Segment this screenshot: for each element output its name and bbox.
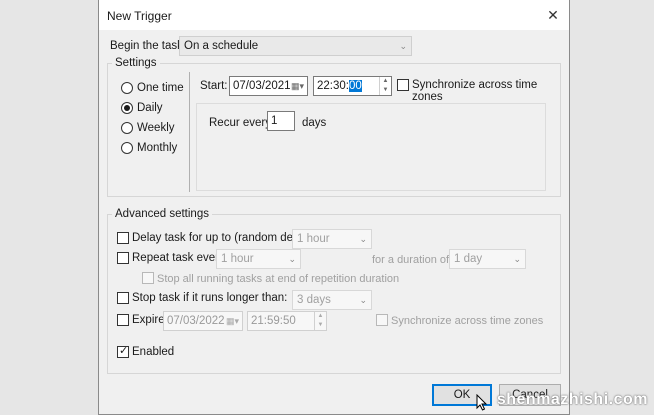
begin-task-value: On a schedule	[184, 40, 259, 52]
enabled-label: Enabled	[132, 346, 175, 358]
stop-longer-value: 3 days	[297, 294, 331, 306]
repeat-task-value: 1 hour	[221, 253, 254, 265]
stop-longer-label: Stop task if it runs longer than:	[132, 292, 288, 304]
time-spinner-icon[interactable]: ▲ ▼	[379, 77, 391, 95]
recur-every-label: Recur every:	[209, 117, 275, 129]
expire-time-field[interactable]: 21:59:50 ▲ ▼	[247, 311, 327, 331]
expire-sync-label: Synchronize across time zones	[391, 315, 544, 327]
stop-all-checkbox[interactable]	[142, 272, 154, 284]
expire-time-value: 21:59:50	[251, 315, 296, 327]
new-trigger-dialog: New Trigger ✕ Begin the task: On a sched…	[98, 0, 570, 415]
chevron-down-icon: ⌄	[399, 41, 407, 51]
radio-monthly[interactable]	[121, 142, 133, 154]
begin-task-dropdown[interactable]: On a schedule ⌄	[179, 36, 412, 56]
chevron-down-icon: ⌄	[288, 254, 296, 264]
radio-daily-label: Daily	[137, 102, 163, 114]
background-left	[0, 0, 98, 415]
duration-label: for a duration of:	[372, 254, 453, 266]
repeat-task-dropdown[interactable]: 1 hour ⌄	[216, 249, 301, 269]
chevron-down-icon: ⌄	[513, 254, 521, 264]
chevron-down-icon: ⌄	[359, 295, 367, 305]
duration-dropdown[interactable]: 1 day ⌄	[449, 249, 526, 269]
mouse-cursor-icon	[476, 394, 488, 411]
advanced-settings-label: Advanced settings	[112, 208, 212, 220]
recur-every-value: 1	[271, 115, 278, 127]
repeat-task-checkbox[interactable]	[117, 252, 129, 264]
repeat-task-label: Repeat task every:	[132, 252, 228, 264]
radio-weekly-label: Weekly	[137, 122, 175, 134]
radio-daily[interactable]	[121, 102, 133, 114]
start-date-picker[interactable]: 07/03/2021 ▦▾	[229, 76, 308, 96]
background-right	[570, 0, 654, 415]
radio-weekly[interactable]	[121, 122, 133, 134]
close-icon[interactable]: ✕	[543, 5, 563, 25]
stop-all-label: Stop all running tasks at end of repetit…	[157, 273, 400, 285]
start-label: Start:	[200, 80, 228, 92]
sync-timezones-label: Synchronize across time zones	[412, 79, 538, 103]
sync-timezones-checkbox[interactable]	[397, 79, 409, 91]
title-bar: New Trigger ✕	[99, 0, 569, 30]
recur-every-input[interactable]: 1	[267, 111, 295, 131]
watermark: shenmazhishi.com	[496, 391, 648, 408]
delay-task-label: Delay task for up to (random delay):	[132, 232, 315, 244]
calendar-icon: ▦▾	[290, 81, 304, 91]
begin-task-label: Begin the task:	[110, 40, 187, 52]
settings-divider	[189, 72, 190, 192]
start-time-field[interactable]: 22:30:00 ▲ ▼	[313, 76, 392, 96]
chevron-down-icon: ⌄	[359, 234, 367, 244]
start-date-value: 07/03/2021	[233, 80, 291, 92]
start-time-value: 22:30:	[317, 80, 349, 92]
start-time-selected: 00	[348, 80, 362, 92]
radio-one-time[interactable]	[121, 82, 133, 94]
duration-value: 1 day	[454, 253, 483, 265]
delay-task-dropdown[interactable]: 1 hour ⌄	[292, 229, 372, 249]
enabled-checkbox[interactable]	[117, 344, 129, 358]
delay-task-value: 1 hour	[297, 233, 330, 245]
expire-date-picker[interactable]: 07/03/2022 ▦▾	[163, 311, 243, 331]
expire-sync-checkbox[interactable]	[376, 314, 388, 326]
expire-date-value: 07/03/2022	[167, 315, 225, 327]
time-spinner-icon[interactable]: ▲ ▼	[314, 312, 326, 330]
stop-longer-checkbox[interactable]	[117, 292, 129, 304]
stop-longer-dropdown[interactable]: 3 days ⌄	[292, 290, 372, 310]
radio-monthly-label: Monthly	[137, 142, 178, 154]
settings-group-label: Settings	[112, 57, 160, 69]
calendar-icon: ▦▾	[225, 316, 239, 326]
recur-unit-label: days	[302, 117, 327, 129]
expire-checkbox[interactable]	[117, 314, 129, 326]
dialog-title: New Trigger	[107, 9, 172, 23]
delay-task-checkbox[interactable]	[117, 232, 129, 244]
radio-one-time-label: One time	[137, 82, 184, 94]
